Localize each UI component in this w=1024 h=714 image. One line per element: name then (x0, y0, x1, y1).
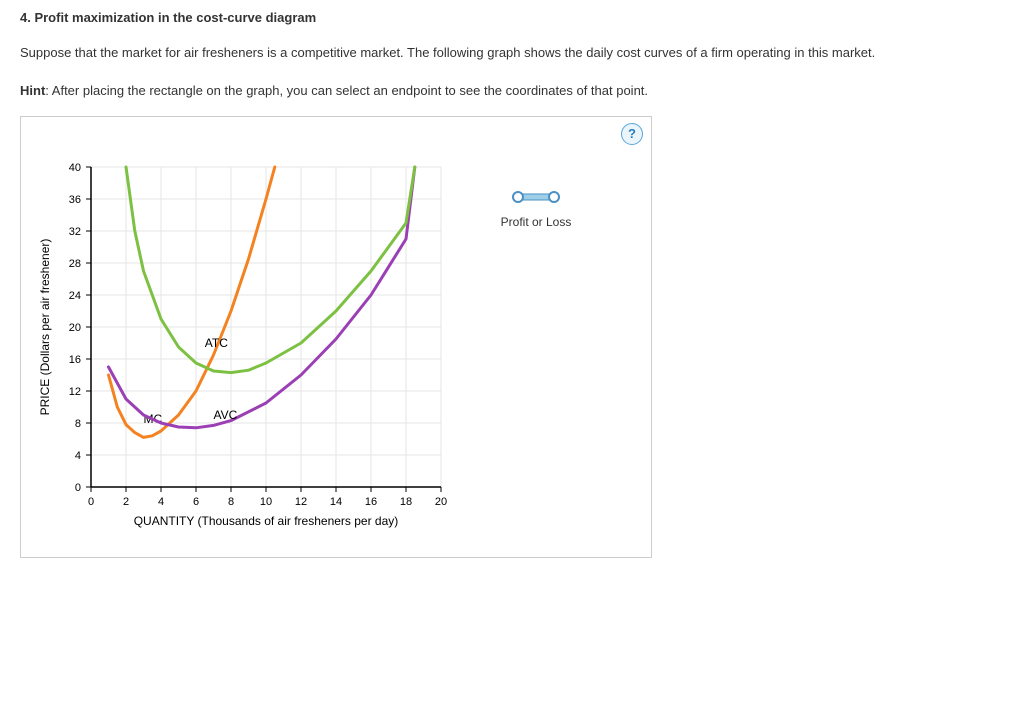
y-tick-label: 12 (69, 386, 81, 398)
legend-area: Profit or Loss (451, 157, 641, 537)
cost-curve-chart[interactable]: 024681012141618200481216202428323640MCAV… (31, 157, 451, 537)
y-tick-label: 20 (69, 322, 81, 334)
profit-loss-label: Profit or Loss (491, 215, 581, 229)
y-tick-label: 0 (75, 482, 81, 494)
x-tick-label: 8 (228, 496, 234, 508)
chart-area[interactable]: 024681012141618200481216202428323640MCAV… (31, 157, 451, 537)
x-tick-label: 20 (435, 496, 447, 508)
y-tick-label: 32 (69, 226, 81, 238)
help-icon[interactable]: ? (621, 123, 643, 145)
rectangle-tool-icon (508, 187, 564, 207)
x-tick-label: 18 (400, 496, 412, 508)
graph-panel: ? 024681012141618200481216202428323640MC… (20, 116, 652, 558)
curve-label-atc: ATC (205, 336, 228, 350)
x-axis-label: QUANTITY (Thousands of air fresheners pe… (134, 514, 399, 528)
x-tick-label: 12 (295, 496, 307, 508)
y-tick-label: 40 (69, 162, 81, 174)
x-tick-label: 4 (158, 496, 164, 508)
y-tick-label: 8 (75, 418, 81, 430)
question-title: 4. Profit maximization in the cost-curve… (20, 10, 1004, 25)
profit-loss-tool[interactable]: Profit or Loss (491, 187, 581, 229)
question-body: Suppose that the market for air freshene… (20, 43, 1004, 63)
y-tick-label: 36 (69, 194, 81, 206)
curve-mc (109, 167, 275, 437)
y-axis-label: PRICE (Dollars per air freshener) (38, 238, 52, 415)
y-tick-label: 28 (69, 258, 81, 270)
x-tick-label: 14 (330, 496, 342, 508)
y-tick-label: 4 (75, 450, 81, 462)
y-tick-label: 16 (69, 354, 81, 366)
x-tick-label: 10 (260, 496, 272, 508)
x-tick-label: 6 (193, 496, 199, 508)
curve-label-avc: AVC (214, 408, 238, 422)
hint-label: Hint (20, 83, 45, 98)
x-tick-label: 2 (123, 496, 129, 508)
x-tick-label: 0 (88, 496, 94, 508)
hint-text: : After placing the rectangle on the gra… (45, 83, 648, 98)
hint-line: Hint: After placing the rectangle on the… (20, 83, 1004, 98)
y-tick-label: 24 (69, 290, 81, 302)
x-tick-label: 16 (365, 496, 377, 508)
